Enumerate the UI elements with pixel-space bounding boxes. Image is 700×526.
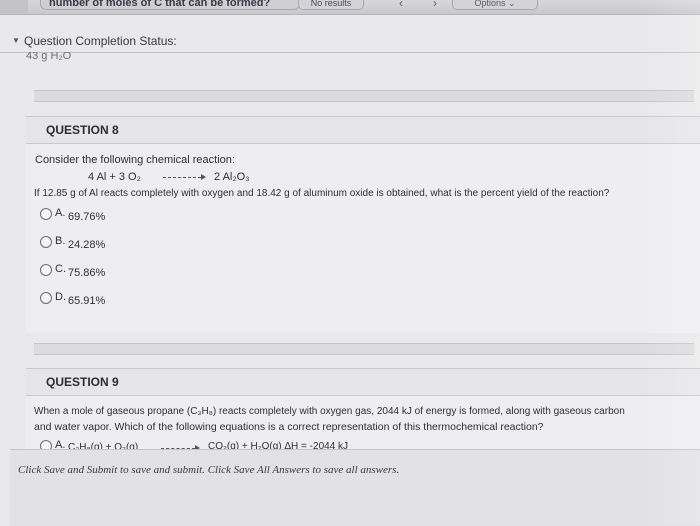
- option-value: 69.76%: [68, 211, 106, 223]
- option-letter: B.: [55, 235, 66, 247]
- radio-button[interactable]: [40, 208, 52, 220]
- sidebar-toggle[interactable]: [0, 0, 28, 14]
- reaction-arrow-head-icon: [201, 174, 206, 180]
- completion-status-label: Question Completion Status:: [24, 34, 177, 48]
- submit-footer: Click Save and Submit to save and submit…: [10, 449, 700, 526]
- equation-products: 2 Al₂O₃: [214, 171, 250, 183]
- radio-button[interactable]: [40, 292, 52, 304]
- option-letter: A.: [55, 207, 66, 219]
- option-letter: C.: [55, 263, 66, 275]
- equation-reactants: 4 Al + 3 O₂: [88, 171, 141, 183]
- find-options-dropdown[interactable]: Options ⌄: [452, 0, 538, 10]
- question-8-title: QUESTION 8: [26, 116, 700, 144]
- find-next-button[interactable]: ›: [420, 0, 450, 10]
- find-results-count: No results: [298, 0, 364, 10]
- radio-button[interactable]: [40, 264, 52, 276]
- find-bar: number of moles of C that can be formed?…: [0, 0, 700, 15]
- question-completion-status[interactable]: ▼ Question Completion Status:: [0, 30, 700, 53]
- find-previous-button[interactable]: ‹: [386, 0, 416, 10]
- option-value: 24.28%: [68, 239, 106, 251]
- section-divider: [34, 90, 694, 102]
- question-9-text-line-2: and water vapor. Which of the following …: [34, 421, 544, 433]
- question-9-panel: QUESTION 9 When a mole of gaseous propan…: [26, 368, 700, 453]
- question-9-text-line-1: When a mole of gaseous propane (C₃H₈) re…: [34, 406, 625, 417]
- question-8-panel: QUESTION 8 Consider the following chemic…: [26, 116, 700, 333]
- question-9-title: QUESTION 9: [26, 368, 700, 396]
- save-instructions: Click Save and Submit to save and submit…: [18, 464, 400, 476]
- reaction-arrow: [163, 177, 201, 178]
- option-value: 75.86%: [68, 267, 106, 279]
- option-value: 65.91%: [68, 295, 106, 307]
- option-letter: D.: [55, 291, 66, 303]
- radio-button[interactable]: [40, 236, 52, 248]
- question-8-text: If 12.85 g of Al reacts completely with …: [34, 188, 610, 199]
- clipped-previous-content: 43 g H₂O: [26, 52, 72, 62]
- section-divider: [34, 343, 694, 355]
- collapse-triangle-icon[interactable]: ▼: [12, 36, 20, 45]
- question-8-prompt: Consider the following chemical reaction…: [35, 154, 235, 166]
- find-input[interactable]: number of moles of C that can be formed?: [40, 0, 300, 10]
